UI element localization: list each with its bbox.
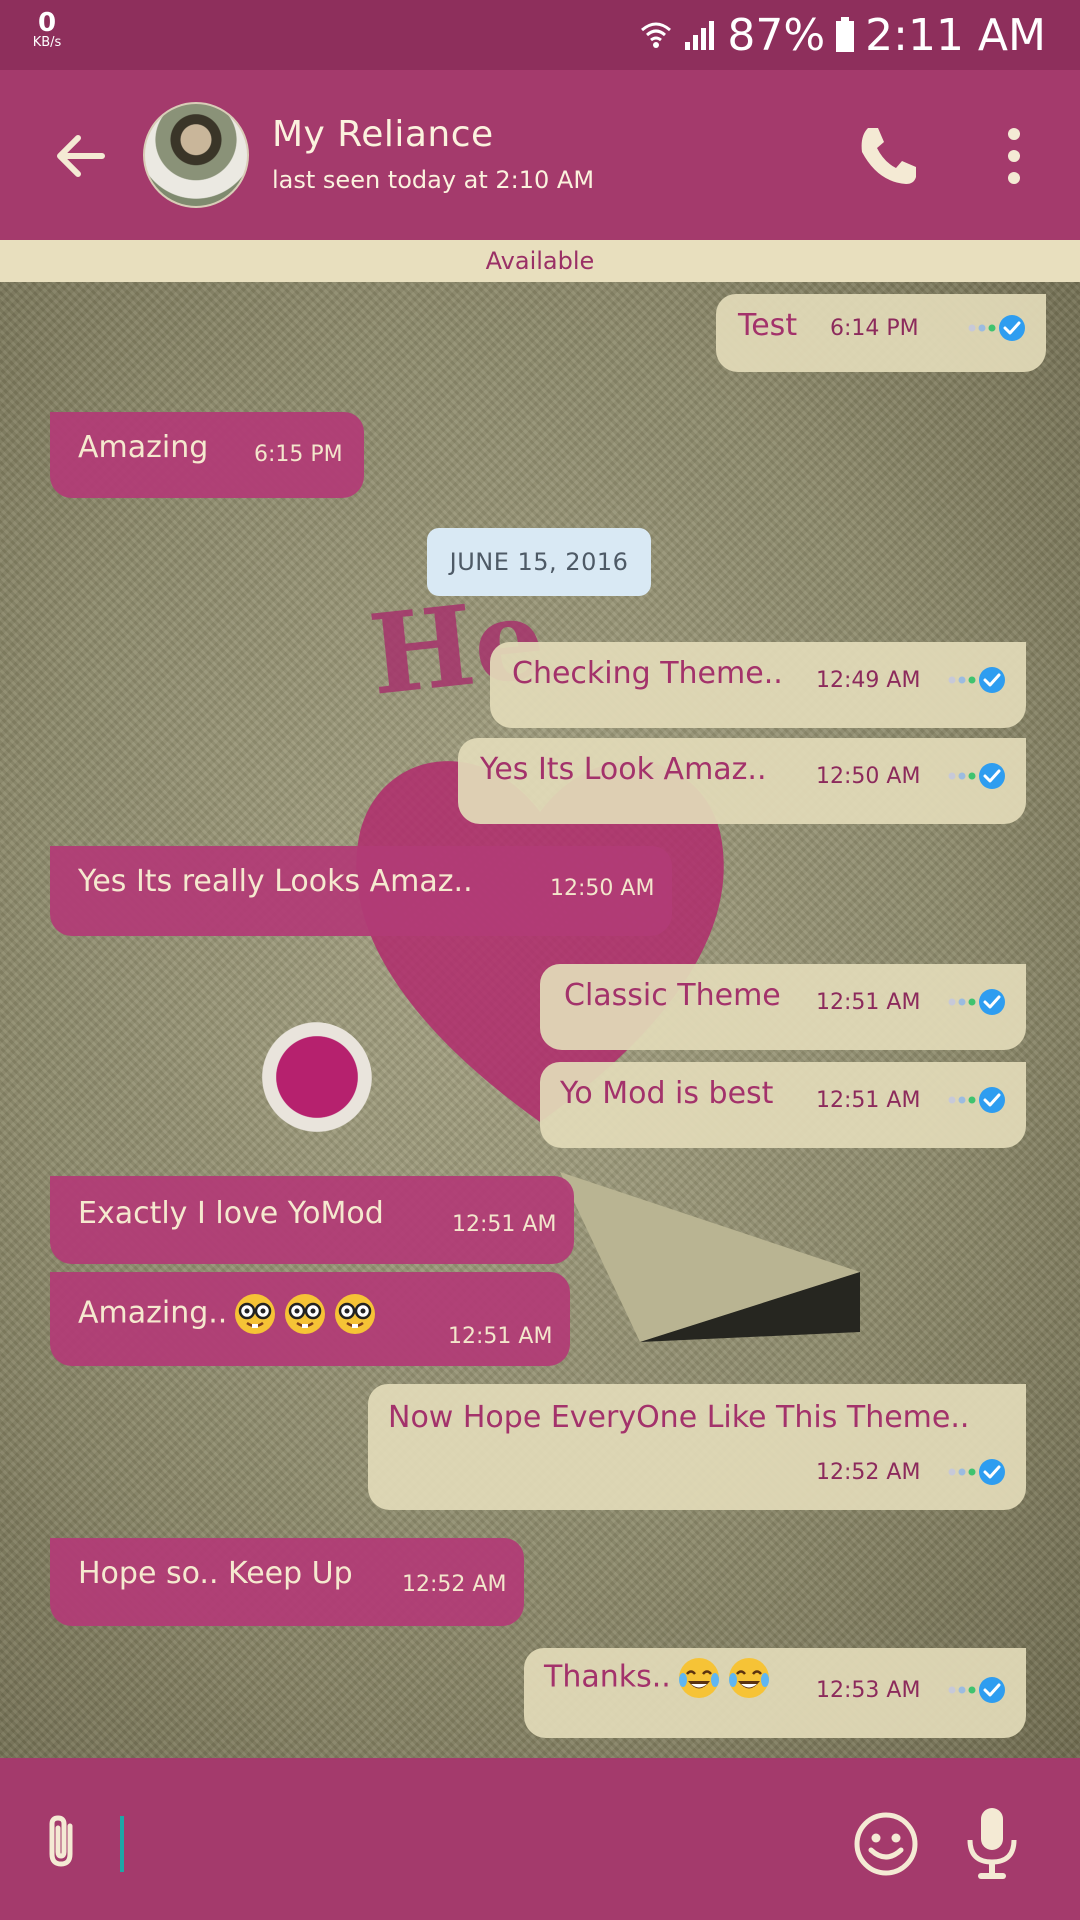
read-receipt-icon: [946, 762, 1008, 790]
message-timestamp: 12:50 AM: [550, 876, 655, 901]
message-timestamp: 12:51 AM: [816, 990, 921, 1015]
message-text-content: Amazing: [78, 430, 209, 465]
message-text-content: Exactly I love YoMod: [78, 1196, 384, 1231]
message-text-content: Hope so.. Keep Up: [78, 1556, 353, 1591]
date-divider: JUNE 15, 2016: [427, 528, 651, 596]
message-input-field[interactable]: [120, 1816, 124, 1872]
incoming-message-bubble[interactable]: Amazing.. 12:51 AM: [50, 1272, 570, 1366]
outgoing-message-bubble[interactable]: Checking Theme.. 12:49 AM: [490, 642, 1026, 728]
read-receipt-icon: [946, 1086, 1008, 1114]
read-receipt-icon: [946, 666, 1008, 694]
network-speed-unit: KB/s: [32, 35, 62, 50]
clock: 2:11 AM: [865, 9, 1046, 61]
back-button[interactable]: [52, 128, 108, 184]
message-timestamp: 12:53 AM: [816, 1678, 921, 1703]
message-timestamp: 12:51 AM: [448, 1324, 553, 1349]
battery-percent: 87%: [727, 9, 826, 61]
message-timestamp: 12:52 AM: [816, 1460, 921, 1485]
message-timestamp: 12:51 AM: [816, 1088, 921, 1113]
incoming-message-bubble[interactable]: Exactly I love YoMod 12:51 AM: [50, 1176, 574, 1264]
message-text-content: Checking Theme..: [512, 656, 783, 691]
message-text: Checking Theme..: [512, 656, 783, 691]
tears-of-joy-emoji-icon: [727, 1656, 771, 1700]
message-timestamp: 6:14 PM: [830, 316, 919, 341]
more-options-button[interactable]: [1000, 126, 1028, 186]
contact-name[interactable]: My Reliance: [272, 114, 494, 155]
read-receipt-icon: [946, 1458, 1008, 1486]
outgoing-message-bubble[interactable]: Thanks.. 12:53 AM: [524, 1648, 1026, 1738]
outgoing-message-bubble[interactable]: Yes Its Look Amaz.. 12:50 AM: [458, 738, 1026, 824]
outgoing-message-bubble[interactable]: Yo Mod is best 12:51 AM: [540, 1062, 1026, 1148]
tears-of-joy-emoji-icon: [677, 1656, 721, 1700]
message-timestamp: 6:15 PM: [254, 442, 343, 467]
signal-icon: [683, 18, 717, 52]
chat-header: My Reliance last seen today at 2:10 AM: [0, 70, 1080, 240]
call-button[interactable]: [854, 122, 922, 190]
message-text-content: Thanks..: [544, 1659, 671, 1695]
emoji-button[interactable]: [852, 1810, 920, 1878]
phone-icon: [861, 128, 916, 184]
wifi-icon: [639, 18, 673, 52]
message-timestamp: 12:51 AM: [452, 1212, 557, 1237]
message-text: Amazing: [78, 430, 208, 465]
last-seen-status: last seen today at 2:10 AM: [272, 166, 595, 194]
contact-avatar[interactable]: [143, 102, 249, 208]
paperclip-icon: [49, 1815, 73, 1867]
message-text: Test: [738, 308, 797, 343]
outgoing-message-bubble[interactable]: Classic Theme 12:51 AM: [540, 964, 1026, 1050]
chat-area[interactable]: He JUNE 15, 2016 Test 6:14 PM Amazing 6:15 …: [0, 282, 1080, 1758]
network-speed: 0 KB/s: [22, 10, 72, 49]
message-text-content: Now Hope EveryOne Like This Theme..: [388, 1400, 970, 1435]
message-text-content: Test: [738, 308, 798, 343]
message-text: Hope so.. Keep Up: [78, 1556, 353, 1591]
read-receipt-icon: [966, 314, 1028, 342]
message-text: Yo Mod is best: [560, 1076, 773, 1111]
nerd-face-emoji-icon: [333, 1292, 377, 1336]
message-timestamp: 12:52 AM: [402, 1572, 507, 1597]
message-text: Yes Its really Looks Amaz..: [78, 864, 473, 899]
nerd-face-emoji-icon: [283, 1292, 327, 1336]
message-text: Now Hope EveryOne Like This Theme..: [388, 1400, 969, 1435]
message-text: Exactly I love YoMod: [78, 1196, 384, 1231]
wallpaper-paper-plane: [560, 1172, 860, 1342]
wallpaper-torn-hole: [262, 1022, 372, 1132]
message-timestamp: 12:49 AM: [816, 668, 921, 693]
microphone-icon: [967, 1808, 1017, 1879]
smiley-icon: [854, 1812, 918, 1876]
incoming-message-bubble[interactable]: Hope so.. Keep Up 12:52 AM: [50, 1538, 524, 1626]
message-text-content: Yo Mod is best: [560, 1076, 774, 1111]
contact-status-strip: Available: [0, 240, 1080, 282]
battery-icon: [835, 17, 855, 53]
message-text: Yes Its Look Amaz..: [480, 752, 767, 787]
message-text-content: Yes Its really Looks Amaz..: [78, 864, 473, 899]
message-text-content: Yes Its Look Amaz..: [480, 752, 767, 787]
incoming-message-bubble[interactable]: Yes Its really Looks Amaz.. 12:50 AM: [50, 846, 672, 936]
arrow-left-icon: [57, 135, 105, 177]
message-text: Thanks..: [544, 1656, 771, 1700]
message-text: Amazing..: [78, 1292, 377, 1336]
voice-record-button[interactable]: [964, 1806, 1020, 1880]
message-text-content: Amazing..: [78, 1295, 228, 1331]
message-text-content: Classic Theme: [564, 978, 781, 1013]
message-text: Classic Theme: [564, 978, 781, 1013]
attach-button[interactable]: [36, 1812, 86, 1872]
message-input-bar: [0, 1758, 1080, 1920]
outgoing-message-bubble[interactable]: Test 6:14 PM: [716, 294, 1046, 372]
incoming-message-bubble[interactable]: Amazing 6:15 PM: [50, 412, 364, 498]
read-receipt-icon: [946, 988, 1008, 1016]
network-speed-value: 0: [37, 8, 57, 38]
status-bar: 0 KB/s 87% 2:11 AM: [0, 0, 1080, 70]
read-receipt-icon: [946, 1676, 1008, 1704]
message-timestamp: 12:50 AM: [816, 764, 921, 789]
more-vertical-icon: [1008, 128, 1020, 184]
outgoing-message-bubble[interactable]: Now Hope EveryOne Like This Theme.. 12:52…: [368, 1384, 1026, 1510]
nerd-face-emoji-icon: [233, 1292, 277, 1336]
